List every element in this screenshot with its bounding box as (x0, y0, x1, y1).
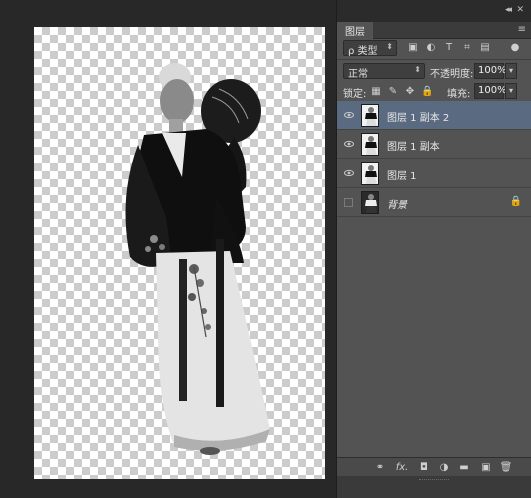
layer-row[interactable]: 背景 🔒 (337, 188, 531, 217)
fill-input[interactable]: 100% (474, 83, 507, 99)
pixel-filter-icon[interactable]: ▣ (407, 42, 419, 54)
blend-mode-select[interactable]: 正常 ⬍ (343, 63, 425, 80)
layer-name[interactable]: 图层 1 (387, 167, 417, 182)
filter-kind-label: ρ 类型 (348, 46, 378, 57)
layer-row[interactable]: 图层 1 副本 (337, 130, 531, 159)
inverted-figure-image (125, 63, 270, 455)
layer-thumbnail (361, 162, 379, 185)
fx-icon[interactable]: fx. (395, 461, 409, 474)
layers-list: 图层 1 副本 2 图层 1 副本 图层 1 背景 🔒 (337, 101, 531, 217)
document-canvas[interactable] (34, 27, 325, 479)
blend-row: 正常 ⬍ 不透明度: 100% ▾ (337, 60, 531, 82)
layer-filter-row: ρ 类型 ⬍ ▣ ◐ T ⌗ ▤ ● (337, 38, 531, 58)
type-filter-icon[interactable]: T (443, 42, 455, 54)
lock-row: 锁定: ▦ ✎ ✥ 🔒 填充: 100% ▾ (337, 82, 531, 102)
visibility-toggle-off[interactable] (344, 198, 353, 207)
filter-kind-select[interactable]: ρ 类型 ⬍ (343, 40, 397, 57)
fill-label: 填充: (447, 89, 471, 100)
link-layers-icon[interactable]: ⚭ (373, 461, 387, 474)
shape-filter-icon[interactable]: ⌗ (461, 42, 473, 54)
smart-object-filter-icon[interactable]: ▤ (479, 42, 491, 54)
trash-icon[interactable]: 🗑 (499, 461, 513, 474)
layer-name[interactable]: 图层 1 副本 2 (387, 109, 449, 124)
new-layer-icon[interactable]: ▣ (479, 461, 493, 474)
resize-grip[interactable] (419, 479, 449, 482)
chevron-down-icon: ⬍ (414, 65, 421, 74)
layer-name[interactable]: 图层 1 副本 (387, 138, 440, 153)
filter-toggle-icon[interactable]: ● (509, 42, 521, 54)
lock-all-icon[interactable]: 🔒 (421, 85, 433, 98)
layer-row[interactable]: 图层 1 副本 2 (337, 101, 531, 130)
panel-footer (337, 476, 531, 498)
lock-image-pixels-icon[interactable]: ✎ (387, 85, 399, 98)
lock-icon: 🔒 (509, 196, 522, 207)
layer-mask-icon[interactable]: ◘ (417, 461, 431, 474)
close-icon[interactable]: ✕ (516, 5, 524, 15)
opacity-slider-toggle-icon[interactable]: ▾ (505, 63, 517, 79)
tab-layers[interactable]: 图层 (337, 22, 373, 39)
group-folder-icon[interactable]: ▬ (457, 461, 471, 474)
layers-panel: ◂◂ ✕ 图层 ≡ ρ 类型 ⬍ ▣ ◐ T ⌗ ▤ ● 正常 ⬍ 不透明度: … (336, 0, 531, 498)
layer-name[interactable]: 背景 (387, 196, 407, 211)
layer-thumbnail (361, 191, 379, 214)
collapse-panel-icon[interactable]: ◂◂ (505, 5, 512, 15)
lock-label: 锁定: (343, 89, 367, 100)
adjustment-layer-icon[interactable]: ◑ (437, 461, 451, 474)
eye-icon[interactable] (344, 168, 354, 178)
panel-title-bar: ◂◂ ✕ (337, 0, 531, 22)
layer-thumbnail (361, 104, 379, 127)
eye-icon[interactable] (344, 110, 354, 120)
layer-row[interactable]: 图层 1 (337, 159, 531, 188)
adjustment-filter-icon[interactable]: ◐ (425, 42, 437, 54)
chevron-down-icon: ⬍ (386, 42, 393, 51)
layer-thumbnail (361, 133, 379, 156)
lock-position-icon[interactable]: ✥ (404, 85, 416, 98)
blend-mode-label: 正常 (348, 69, 368, 80)
opacity-label: 不透明度: (430, 69, 474, 80)
lock-transparent-pixels-icon[interactable]: ▦ (370, 85, 382, 98)
panel-menu-icon[interactable]: ≡ (518, 24, 526, 35)
document-workspace (0, 0, 336, 498)
opacity-input[interactable]: 100% (474, 63, 507, 79)
panel-tab-bar: 图层 ≡ (337, 22, 531, 39)
layers-panel-toolbar: ⚭ fx. ◘ ◑ ▬ ▣ 🗑 (337, 457, 531, 476)
eye-icon[interactable] (344, 139, 354, 149)
fill-slider-toggle-icon[interactable]: ▾ (505, 83, 517, 99)
